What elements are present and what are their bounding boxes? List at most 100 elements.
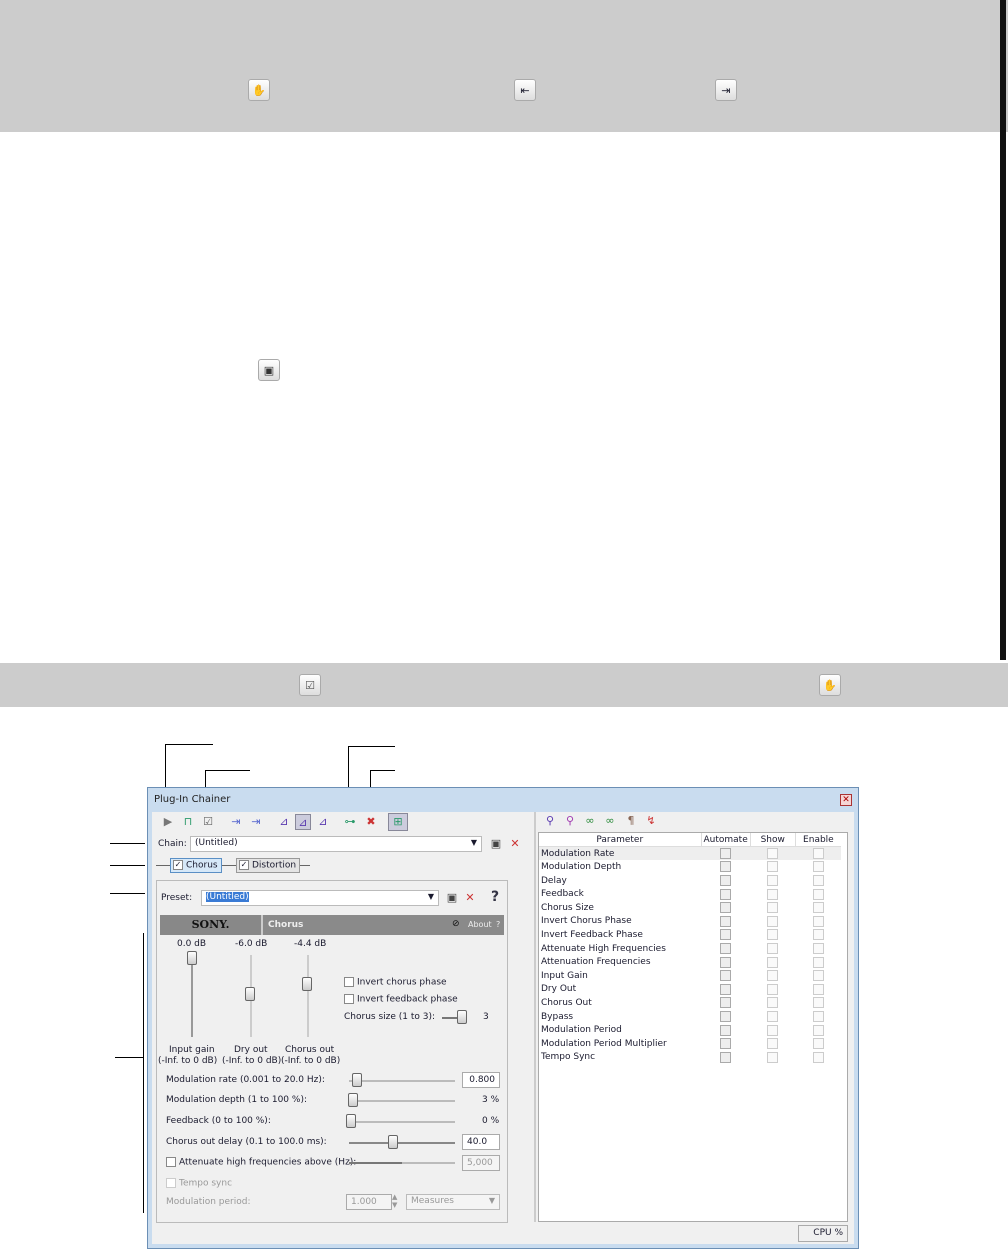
table-row[interactable]: Modulation Period [539,1023,841,1037]
automate-checkbox[interactable] [720,1011,732,1023]
automate-checkbox[interactable] [720,970,732,982]
mod-rate-input[interactable]: 0.800 [462,1072,500,1088]
enable-checkbox[interactable] [812,875,824,887]
show-checkbox[interactable] [767,956,779,968]
plugin-chain-icon[interactable]: ⊞ [388,813,408,831]
attenuate-input[interactable]: 5,000 [462,1155,500,1171]
enable-checkbox[interactable] [812,970,824,982]
automate-checkbox[interactable] [720,1038,732,1050]
bypass-icon[interactable]: ☑ [200,814,216,830]
help-button[interactable]: ? [487,889,503,905]
plugin-icon[interactable]: ⊓ [180,814,196,830]
table-row[interactable]: Bypass [539,1010,841,1024]
close-button[interactable]: ✕ [840,794,852,806]
column-header[interactable]: Automate [701,833,751,847]
table-row[interactable]: Tempo Sync [539,1051,841,1065]
automate-checkbox[interactable] [720,875,732,887]
plugin-tab-chorus[interactable]: ✓ Chorus [170,858,222,873]
automate-checkbox[interactable] [720,1024,732,1036]
about-link[interactable]: About [468,920,492,929]
automate-checkbox[interactable] [720,943,732,955]
enable-icon[interactable]: ¶ [623,813,639,829]
enable-checkbox[interactable] [812,983,824,995]
automation-icon[interactable]: ⚲ [542,813,558,829]
tempo-sync-checkbox[interactable]: Tempo sync [166,1178,232,1189]
show-checkbox[interactable] [767,1038,779,1050]
about-icon[interactable]: ⊘ [452,919,460,929]
enable-checkbox[interactable] [812,997,824,1009]
mod-depth-slider[interactable] [348,1093,358,1107]
preset-combo[interactable]: (Untitled) ▼ [201,890,439,906]
chain-combo[interactable]: (Untitled) ▼ [190,836,482,852]
enable-checkbox[interactable] [812,888,824,900]
delay-input[interactable]: 40.0 [462,1134,500,1150]
play-icon[interactable]: ▶ [160,814,176,830]
column-header[interactable]: Parameter [539,833,702,847]
hide-icon[interactable]: ∞ [602,813,618,829]
show-icon[interactable]: ∞ [582,813,598,829]
invert-chorus-checkbox[interactable]: Invert chorus phase [344,977,447,988]
mod-period-input[interactable]: 1.000 [346,1194,392,1210]
remove-automation-icon[interactable]: ⚲ [562,813,578,829]
move-right-icon[interactable]: ⇥ [248,814,264,830]
enable-checkbox[interactable] [812,902,824,914]
show-checkbox[interactable] [767,888,779,900]
attenuate-slider[interactable] [349,1162,402,1164]
move-left-icon[interactable]: ⇥ [228,814,244,830]
enable-checkbox[interactable] [812,861,824,873]
delete-preset-icon[interactable]: ✕ [462,890,478,906]
enable-checkbox[interactable] [812,915,824,927]
table-row[interactable]: Chorus Out [539,996,841,1010]
show-checkbox[interactable] [767,970,779,982]
attenuate-checkbox[interactable]: Attenuate high frequencies above (Hz): [166,1157,356,1168]
table-row[interactable]: Feedback [539,887,841,901]
remove-plugin-icon[interactable]: ✖ [363,814,379,830]
automate-checkbox[interactable] [720,1051,732,1063]
automate-checkbox[interactable] [720,902,732,914]
table-row[interactable]: Input Gain [539,969,841,983]
automate-checkbox[interactable] [720,848,732,860]
enable-checkbox[interactable] [812,1038,824,1050]
automate-checkbox[interactable] [720,915,732,927]
column-header[interactable]: Show [750,833,796,847]
move-right-icon[interactable]: ⇥ [715,79,737,101]
enable-checkbox[interactable] [812,1011,824,1023]
feedback-slider[interactable] [346,1114,356,1128]
envelope-icon[interactable]: ⊿ [315,814,331,830]
save-icon[interactable]: ▣ [258,359,280,381]
input-gain-fader[interactable] [187,951,197,965]
show-checkbox[interactable] [767,902,779,914]
plugin-tab-distortion[interactable]: ✓ Distortion [236,858,300,873]
table-row[interactable]: Invert Chorus Phase [539,915,841,929]
event-pan-crop-icon[interactable]: ✋ [248,79,270,101]
automate-checkbox[interactable] [720,888,732,900]
enable-checkbox[interactable] [812,956,824,968]
bypass-fx-icon[interactable]: ☑ [299,674,321,696]
table-row[interactable]: Modulation Rate [539,846,841,861]
enable-checkbox[interactable] [812,1051,824,1063]
table-row[interactable]: Modulation Period Multiplier [539,1037,841,1051]
chorus-size-slider[interactable] [457,1010,467,1024]
delay-slider[interactable] [388,1135,398,1149]
disable-icon[interactable]: ↯ [643,813,659,829]
show-checkbox[interactable] [767,1024,779,1036]
show-checkbox[interactable] [767,997,779,1009]
show-checkbox[interactable] [767,929,779,941]
delete-chain-icon[interactable]: ✕ [507,836,523,852]
enable-checkbox[interactable] [812,929,824,941]
automate-checkbox[interactable] [720,983,732,995]
pre-volume-icon[interactable]: ⊿ [276,814,292,830]
invert-feedback-checkbox[interactable]: Invert feedback phase [344,994,458,1005]
table-row[interactable]: Delay [539,874,841,888]
chorus-out-fader[interactable] [302,977,312,991]
automate-checkbox[interactable] [720,997,732,1009]
table-row[interactable]: Invert Feedback Phase [539,928,841,942]
show-checkbox[interactable] [767,943,779,955]
move-left-icon[interactable]: ⇤ [514,79,536,101]
enable-checkbox[interactable] [812,848,824,860]
show-checkbox[interactable] [767,1051,779,1063]
show-checkbox[interactable] [767,875,779,887]
add-plugin-icon[interactable]: ⊶ [342,814,358,830]
enable-checkbox[interactable] [812,943,824,955]
mod-period-unit-combo[interactable]: Measures ▼ [406,1194,500,1210]
